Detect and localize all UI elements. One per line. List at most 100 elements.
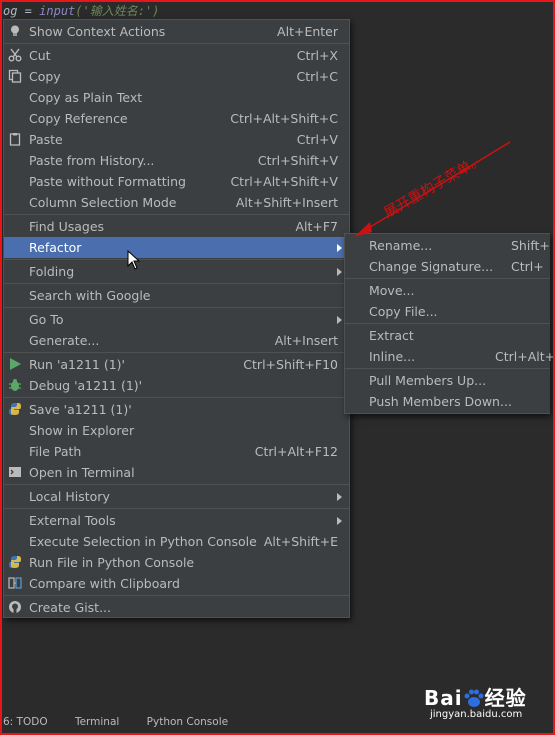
menu-item-shortcut: Alt+Enter [277,24,338,39]
menu-item-copy-as-plain-text[interactable]: Copy as Plain Text [4,87,349,108]
menu-item-run-file-in-console[interactable]: Run File in Python Console [4,552,349,573]
menu-item-label: File Path [29,444,82,459]
run-icon [8,357,22,371]
menu-item-label: Column Selection Mode [29,195,177,210]
menu-separator [4,214,349,215]
menu-item-file-path[interactable]: File Path Ctrl+Alt+F12 [4,441,349,462]
menu-separator [4,484,349,485]
submenu-item-extract[interactable]: Extract [345,325,550,346]
menu-item-label: Cut [29,48,51,63]
menu-item-label: Open in Terminal [29,465,135,480]
editor-code-line[interactable]: og = input('输入姓名:') [3,2,543,20]
menu-item-paste-without-formatting[interactable]: Paste without Formatting Ctrl+Alt+Shift+… [4,171,349,192]
menu-item-generate[interactable]: Generate... Alt+Insert [4,330,349,351]
menu-item-execute-selection-in-console[interactable]: Execute Selection in Python Console Alt+… [4,531,349,552]
menu-item-create-gist[interactable]: Create Gist... [4,597,349,618]
tab-terminal[interactable]: Terminal [75,716,119,728]
menu-item-shortcut: Alt+Insert [274,333,338,348]
menu-item-find-usages[interactable]: Find Usages Alt+F7 [4,216,349,237]
watermark-site: jingyan.baidu.com [430,709,523,720]
menu-item-paste-from-history[interactable]: Paste from History... Ctrl+Shift+V [4,150,349,171]
tab-todo[interactable]: 6: TODO [3,716,48,728]
refactor-submenu: Rename... Shift+ Change Signature... Ctr… [344,233,555,414]
menu-item-run[interactable]: Run 'a1211 (1)' Ctrl+Shift+F10 [4,354,349,375]
menu-item-label: Inline... [369,349,416,364]
mouse-pointer-icon [127,249,143,270]
watermark-brand: Bai 经验 [424,682,527,711]
menu-item-go-to[interactable]: Go To [4,309,349,330]
menu-separator [345,278,550,279]
compare-icon [8,576,22,590]
submenu-item-copy-file[interactable]: Copy File... [345,301,550,322]
menu-item-save-configuration[interactable]: Save 'a1211 (1)' [4,399,349,420]
menu-item-label: Compare with Clipboard [29,576,180,591]
clipboard-icon [8,132,22,146]
menu-item-shortcut: Ctrl+X [296,48,338,63]
submenu-item-move[interactable]: Move... [345,280,550,301]
menu-item-shortcut: Ctrl+C [296,69,338,84]
menu-separator [4,283,349,284]
menu-separator [4,397,349,398]
menu-item-label: Local History [29,489,110,504]
menu-item-folding[interactable]: Folding [4,261,349,282]
menu-item-label: Change Signature... [369,259,494,274]
submenu-item-change-signature[interactable]: Change Signature... Ctrl+ [345,256,550,277]
menu-item-shortcut: Ctrl+Shift+V [257,153,338,168]
submenu-arrow-icon [337,244,342,252]
menu-item-cut[interactable]: Cut Ctrl+X [4,45,349,66]
menu-item-label: Extract [369,328,414,343]
menu-item-shortcut: Ctrl+V [296,132,338,147]
tab-python-console[interactable]: Python Console [147,716,228,728]
debug-bug-icon [8,378,22,392]
menu-item-copy[interactable]: Copy Ctrl+C [4,66,349,87]
menu-item-open-in-terminal[interactable]: Open in Terminal [4,462,349,483]
menu-separator [4,43,349,44]
menu-item-label: Folding [29,264,75,279]
submenu-item-push-members-down[interactable]: Push Members Down... [345,391,550,412]
menu-item-label: Find Usages [29,219,105,234]
menu-item-paste[interactable]: Paste Ctrl+V [4,129,349,150]
menu-item-label: Move... [369,283,415,298]
menu-item-label: Run File in Python Console [29,555,195,570]
menu-item-compare-with-clipboard[interactable]: Compare with Clipboard [4,573,349,594]
menu-item-label: Copy File... [369,304,438,319]
menu-item-label: Pull Members Up... [369,373,487,388]
menu-item-label: Show Context Actions [29,24,166,39]
menu-item-refactor[interactable]: Refactor [4,237,349,258]
menu-item-label: Search with Google [29,288,151,303]
menu-item-column-selection-mode[interactable]: Column Selection Mode Alt+Shift+Insert [4,192,349,213]
menu-item-shortcut: Ctrl+Alt+ [495,349,555,364]
menu-item-external-tools[interactable]: External Tools [4,510,349,531]
menu-separator [4,352,349,353]
menu-item-label: Execute Selection in Python Console [29,534,257,549]
menu-item-show-context-actions[interactable]: Show Context Actions Alt+Enter [4,21,349,42]
submenu-arrow-icon [337,517,342,525]
menu-item-shortcut: Ctrl+Shift+F10 [243,357,338,372]
menu-item-show-in-explorer[interactable]: Show in Explorer [4,420,349,441]
python-icon [8,402,22,416]
code-operator: = [17,4,40,18]
editor-context-menu: Show Context Actions Alt+Enter Cut Ctrl+… [3,19,350,618]
watermark-brand-latin: Bai [424,686,463,710]
code-variable: og [3,4,18,18]
menu-item-label: Save 'a1211 (1)' [29,402,132,417]
menu-item-label: Copy as Plain Text [29,90,143,105]
menu-item-shortcut: Ctrl+Alt+F12 [254,444,338,459]
menu-item-label: Go To [29,312,64,327]
menu-item-debug[interactable]: Debug 'a1211 (1)' [4,375,349,396]
menu-item-label: Create Gist... [29,600,112,615]
menu-item-shortcut: Ctrl+Alt+Shift+V [230,174,338,189]
submenu-item-inline[interactable]: Inline... Ctrl+Alt+ [345,346,555,367]
python-icon [8,555,22,569]
menu-item-label: Paste from History... [29,153,155,168]
menu-item-label: Paste [29,132,63,147]
menu-item-search-with-google[interactable]: Search with Google [4,285,349,306]
submenu-arrow-icon [337,493,342,501]
menu-item-shortcut: Alt+Shift+E [263,534,338,549]
submenu-item-pull-members-up[interactable]: Pull Members Up... [345,370,550,391]
watermark-brand-cn: 经验 [484,686,527,710]
menu-item-local-history[interactable]: Local History [4,486,349,507]
menu-item-label: Push Members Down... [369,394,512,409]
github-icon [8,600,22,614]
menu-item-copy-reference[interactable]: Copy Reference Ctrl+Alt+Shift+C [4,108,349,129]
